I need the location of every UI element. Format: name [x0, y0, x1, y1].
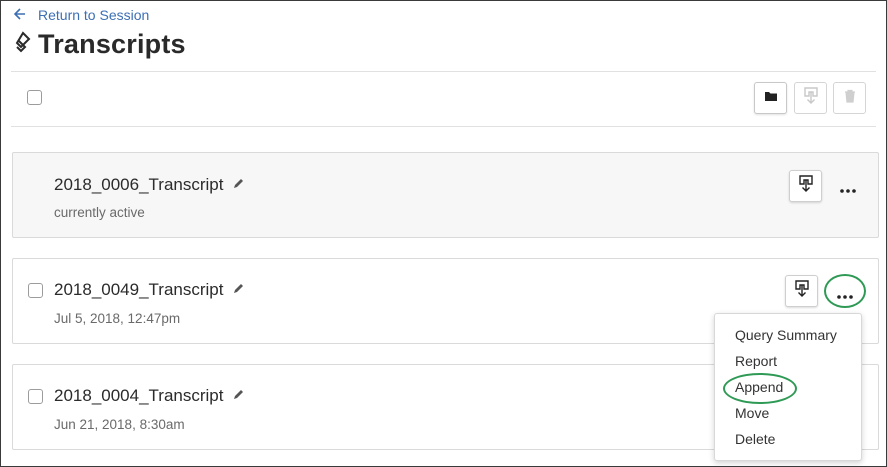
ellipsis-icon	[837, 283, 853, 304]
select-all-checkbox[interactable]	[27, 90, 42, 105]
page-title: Transcripts	[38, 29, 186, 59]
transcript-name-label: 2018_0006_Transcript	[54, 175, 224, 194]
return-to-session-link[interactable]: Return to Session	[13, 6, 150, 24]
transcript-name: 2018_0004_Transcript	[54, 386, 244, 406]
pencil-icon[interactable]	[232, 386, 244, 406]
download-transcript-button[interactable]	[785, 275, 818, 307]
folder-icon	[764, 89, 778, 107]
transcript-date: Jun 21, 2018, 8:30am	[54, 417, 185, 432]
page-header: Transcripts	[14, 29, 186, 60]
download-icon	[803, 86, 819, 110]
transcript-name-label: 2018_0049_Transcript	[54, 280, 224, 299]
download-icon	[798, 174, 814, 198]
ellipsis-icon	[840, 177, 856, 198]
pencil-icon[interactable]	[232, 280, 244, 300]
delete-selected-button[interactable]	[833, 82, 866, 114]
context-menu: Query Summary Report Append Move Delete	[714, 313, 862, 461]
transcripts-window: Return to Session Transcripts 2018_0006_…	[0, 0, 887, 467]
return-to-session-label: Return to Session	[38, 7, 150, 23]
move-to-folder-button[interactable]	[754, 82, 787, 114]
transcript-name-label: 2018_0004_Transcript	[54, 386, 224, 405]
more-options-button[interactable]	[830, 282, 860, 304]
download-selected-button[interactable]	[794, 82, 827, 114]
transcript-subtitle: currently active	[54, 205, 145, 220]
menu-item-append[interactable]: Append	[735, 379, 783, 395]
transcript-checkbox[interactable]	[28, 283, 43, 298]
toolbar-divider	[11, 126, 876, 127]
trash-icon	[844, 89, 856, 108]
transcript-checkbox[interactable]	[28, 389, 43, 404]
transcript-name: 2018_0049_Transcript	[54, 280, 244, 300]
menu-item-move[interactable]: Move	[735, 405, 769, 421]
menu-item-delete[interactable]: Delete	[735, 431, 775, 447]
transcript-card-active[interactable]: 2018_0006_Transcript currently active	[12, 152, 879, 238]
transcript-name: 2018_0006_Transcript	[54, 175, 244, 195]
transcript-icon	[14, 31, 32, 58]
download-icon	[794, 279, 810, 303]
header-divider	[11, 71, 876, 72]
arrow-left-icon	[13, 6, 26, 24]
transcript-date: Jul 5, 2018, 12:47pm	[54, 311, 181, 326]
more-options-button[interactable]	[833, 176, 863, 198]
menu-item-report[interactable]: Report	[735, 353, 777, 369]
menu-item-query-summary[interactable]: Query Summary	[735, 327, 837, 343]
pencil-icon[interactable]	[232, 175, 244, 195]
download-transcript-button[interactable]	[789, 170, 822, 202]
